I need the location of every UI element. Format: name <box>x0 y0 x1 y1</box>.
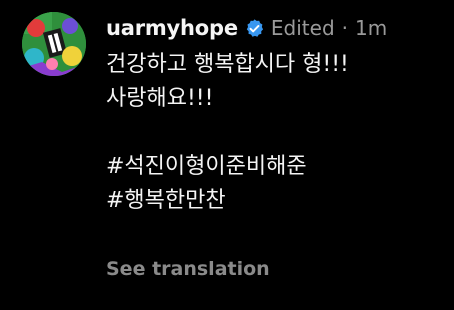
comment-line: 건강하고 행복합시다 형!!! <box>106 52 349 77</box>
meta-separator: · <box>341 16 348 40</box>
comment-body: 건강하고 행복합시다 형!!! 사랑해요!!! #석진이형이준비해준 #행복한만… <box>106 48 349 218</box>
avatar[interactable] <box>22 12 86 76</box>
comment-line: 사랑해요!!! <box>106 86 214 111</box>
hashtag-link[interactable]: #석진이형이준비해준 <box>106 150 349 184</box>
comment-header: uarmyhope Edited · 1m <box>106 14 387 42</box>
username[interactable]: uarmyhope <box>106 16 238 40</box>
edited-label: Edited <box>270 16 335 40</box>
verified-badge-icon <box>244 18 265 39</box>
avatar-image <box>22 12 86 76</box>
hashtag-link[interactable]: #행복한만찬 <box>106 184 349 218</box>
see-translation-button[interactable]: See translation <box>106 258 270 280</box>
timestamp: 1m <box>355 16 388 40</box>
